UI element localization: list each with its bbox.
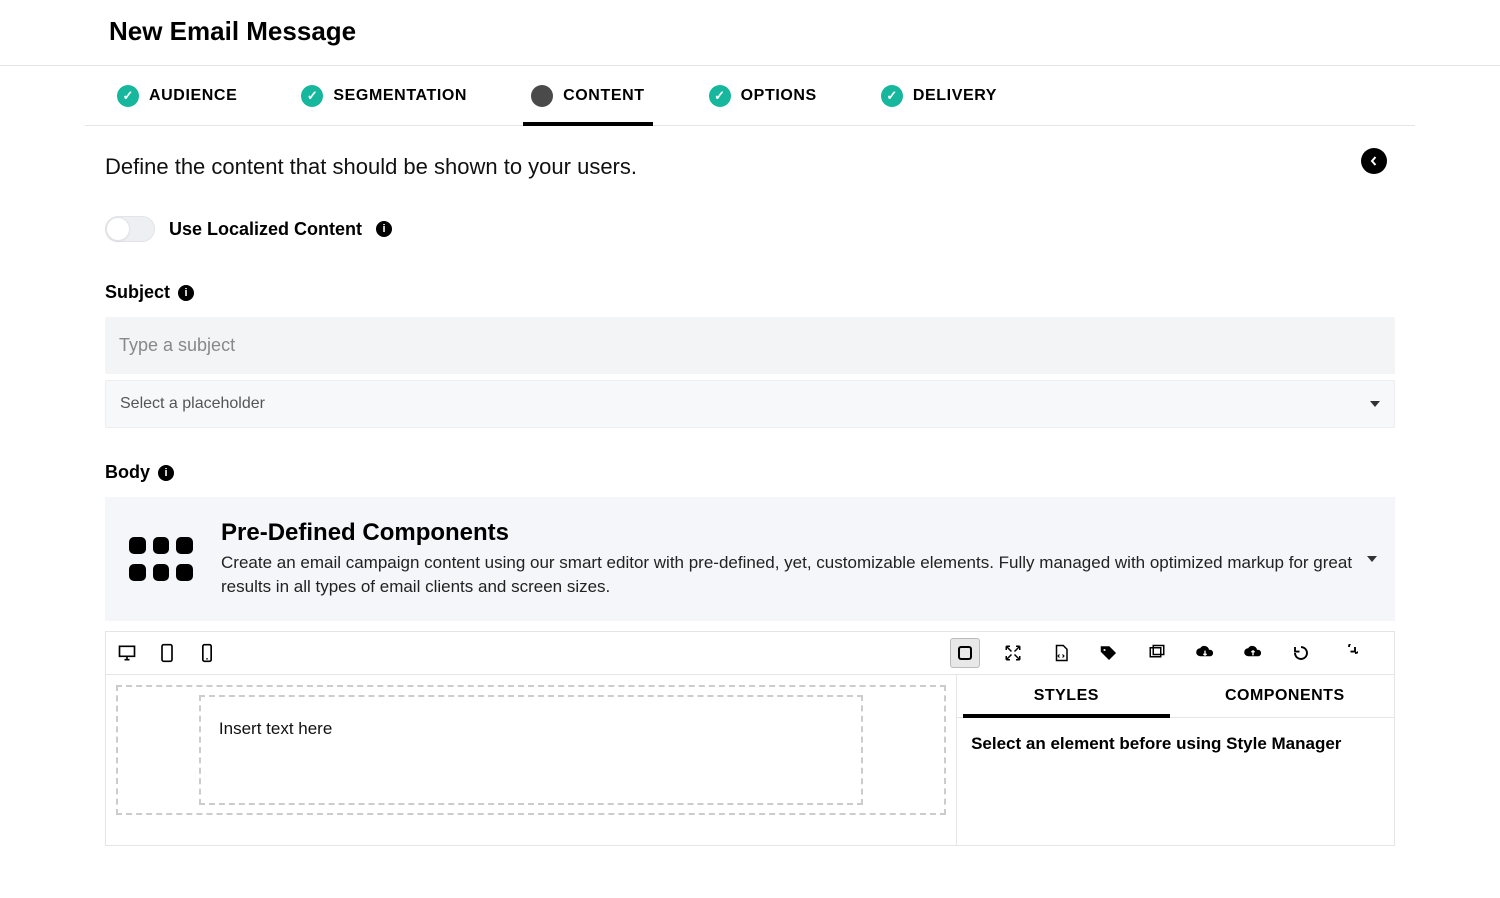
predefined-components-card[interactable]: Pre-Defined Components Create an email c… (105, 497, 1395, 621)
check-icon: ✓ (117, 85, 139, 107)
wizard-steps: ✓ AUDIENCE ✓ SEGMENTATION CONTENT ✓ OPTI… (85, 66, 1415, 126)
body-label: Body (105, 462, 150, 483)
subject-input[interactable] (105, 317, 1395, 374)
subject-label: Subject (105, 282, 170, 303)
editor: Insert text here STYLES COMPONENTS Selec… (105, 631, 1395, 846)
undo-button[interactable] (1286, 638, 1316, 668)
toggle-outline-button[interactable] (950, 638, 980, 668)
step-label: CONTENT (563, 87, 645, 105)
pdc-title: Pre-Defined Components (221, 519, 1371, 547)
chevron-down-icon (1370, 401, 1380, 407)
placeholder-select[interactable]: Select a placeholder (105, 380, 1395, 428)
chevron-down-icon (1367, 556, 1377, 562)
tags-button[interactable] (1094, 638, 1124, 668)
step-label: OPTIONS (741, 87, 817, 105)
info-icon[interactable]: i (376, 221, 392, 237)
check-icon: ✓ (881, 85, 903, 107)
tab-components[interactable]: COMPONENTS (1176, 675, 1394, 717)
dot-icon (531, 85, 553, 107)
redo-button[interactable] (1334, 638, 1364, 668)
toggle-knob (106, 217, 130, 241)
cloud-download-button[interactable] (1190, 638, 1220, 668)
step-audience[interactable]: ✓ AUDIENCE (109, 66, 245, 125)
device-mobile-button[interactable] (196, 642, 218, 664)
style-manager-message: Select an element before using Style Man… (957, 718, 1394, 770)
images-button[interactable] (1142, 638, 1172, 668)
check-icon: ✓ (301, 85, 323, 107)
intro-text: Define the content that should be shown … (105, 154, 1395, 180)
collapse-panel-button[interactable] (1361, 148, 1387, 174)
page-title: New Email Message (85, 0, 1415, 65)
localized-content-toggle[interactable] (105, 216, 155, 242)
device-tablet-button[interactable] (156, 642, 178, 664)
step-label: SEGMENTATION (333, 87, 467, 105)
canvas-text-block[interactable]: Insert text here (199, 695, 863, 805)
step-content[interactable]: CONTENT (523, 66, 653, 125)
chevron-left-icon (1369, 156, 1379, 166)
check-icon: ✓ (709, 85, 731, 107)
step-segmentation[interactable]: ✓ SEGMENTATION (293, 66, 475, 125)
editor-canvas[interactable]: Insert text here (116, 685, 946, 815)
info-icon[interactable]: i (178, 285, 194, 301)
grid-blocks-icon (129, 537, 193, 581)
pdc-description: Create an email campaign content using o… (221, 551, 1371, 599)
fullscreen-button[interactable] (998, 638, 1028, 668)
tab-styles[interactable]: STYLES (957, 675, 1175, 717)
info-icon[interactable]: i (158, 465, 174, 481)
device-desktop-button[interactable] (116, 642, 138, 664)
step-label: DELIVERY (913, 87, 997, 105)
step-delivery[interactable]: ✓ DELIVERY (873, 66, 1005, 125)
localized-content-label: Use Localized Content (169, 219, 362, 240)
view-code-button[interactable] (1046, 638, 1076, 668)
step-options[interactable]: ✓ OPTIONS (701, 66, 825, 125)
placeholder-select-text: Select a placeholder (120, 395, 265, 413)
step-label: AUDIENCE (149, 87, 237, 105)
cloud-upload-button[interactable] (1238, 638, 1268, 668)
